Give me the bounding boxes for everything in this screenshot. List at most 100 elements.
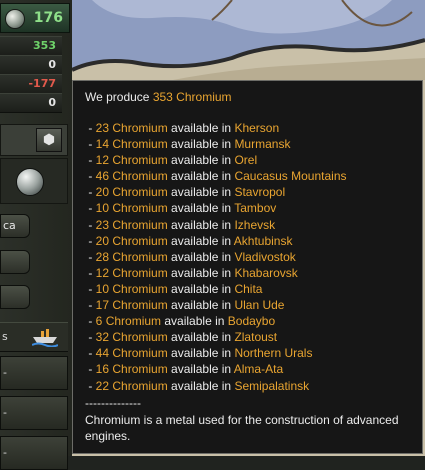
- source-location: Orel: [234, 153, 258, 168]
- resource-name: Chromium: [112, 169, 168, 184]
- line-dash: -: [85, 185, 96, 200]
- line-dash: -: [85, 249, 96, 264]
- available-in-text: available in: [167, 298, 235, 313]
- source-line: - 32 Chromium available in Zlatoust: [85, 329, 410, 345]
- source-amount: 10: [95, 281, 110, 296]
- source-line: - 10 Chromium available in Tambov: [85, 200, 410, 216]
- source-location: Caucasus Mountains: [234, 169, 347, 184]
- available-in-text: available in: [167, 346, 235, 361]
- source-location: Izhevsk: [234, 217, 276, 232]
- resource-value-chromium[interactable]: 353: [0, 36, 62, 56]
- source-amount: 23: [95, 217, 110, 232]
- source-location: Alma-Ata: [233, 362, 284, 377]
- resource-name: Chromium: [112, 121, 168, 135]
- source-line: - 10 Chromium available in Chita: [85, 281, 410, 297]
- resource-value-3[interactable]: -177: [0, 74, 62, 94]
- resource-description: Chromium is a metal used for the constru…: [85, 412, 399, 443]
- available-in-text: available in: [167, 217, 235, 232]
- line-dash: -: [85, 330, 96, 345]
- source-line: - 14 Chromium available in Murmansk: [85, 136, 410, 152]
- line-dash: -: [85, 362, 96, 377]
- side-button-1[interactable]: ca: [0, 214, 30, 238]
- available-in-text: available in: [167, 153, 235, 168]
- source-location: Murmansk: [234, 137, 291, 152]
- source-location: Semipalatinsk: [234, 378, 310, 393]
- source-location: Northern Urals: [234, 346, 313, 361]
- side-button-2[interactable]: [0, 250, 30, 274]
- resource-name: Chromium: [112, 249, 168, 264]
- source-amount: 10: [95, 201, 110, 216]
- source-amount: 12: [95, 265, 110, 280]
- line-dash: -: [85, 137, 96, 152]
- source-location: Akhtubinsk: [233, 233, 293, 248]
- source-amount: 17: [95, 298, 110, 313]
- line-dash: -: [85, 233, 96, 248]
- source-amount: 14: [95, 137, 110, 152]
- left-resource-panel: 176 353 0 -177 0 ⬢ ca s - - -: [0, 0, 73, 470]
- source-line: - 46 Chromium available in Caucasus Moun…: [85, 168, 410, 184]
- separator: --------------: [85, 395, 141, 410]
- resource-name: Chromium: [112, 233, 168, 248]
- list-item-label: -: [3, 446, 7, 459]
- resource-tooltip: We produce 353 Chromium - 23 Chromium av…: [72, 80, 423, 454]
- source-amount: 20: [95, 233, 110, 248]
- side-button-label: ca: [3, 219, 16, 232]
- source-amount: 46: [95, 169, 110, 184]
- source-line: - 6 Chromium available in Bodaybo: [85, 313, 410, 329]
- source-amount: 16: [95, 362, 110, 377]
- available-in-text: available in: [167, 169, 235, 184]
- sphere-icon[interactable]: [16, 168, 44, 196]
- source-amount: 22: [95, 378, 110, 393]
- resource-name: Chromium: [112, 265, 168, 280]
- source-location: Khabarovsk: [234, 265, 298, 280]
- ship-row[interactable]: s: [0, 322, 68, 352]
- hexagon-button[interactable]: ⬢: [36, 128, 62, 152]
- tooltip-header: We produce 353 Chromium: [85, 89, 410, 106]
- source-line: - 16 Chromium available in Alma-Ata: [85, 361, 410, 377]
- list-item-label: -: [3, 406, 7, 419]
- source-location: Tambov: [234, 201, 277, 216]
- resource-name: Chromium: [112, 201, 168, 216]
- source-line: - 23 Chromium available in Kherson: [85, 120, 410, 136]
- ship-row-label: s: [2, 330, 8, 343]
- resource-value-4[interactable]: 0: [0, 93, 62, 113]
- resource-name: Chromium: [112, 378, 168, 393]
- resource-name: Chromium: [112, 281, 168, 296]
- line-dash: -: [85, 121, 96, 135]
- available-in-text: available in: [167, 265, 235, 280]
- source-list: - 23 Chromium available in Kherson - 14 …: [85, 120, 410, 394]
- resource-name: Chromium: [105, 314, 162, 329]
- resource-name: Chromium: [112, 185, 168, 200]
- money-box[interactable]: 176: [0, 3, 70, 33]
- source-line: - 44 Chromium available in Northern Ural…: [85, 345, 410, 361]
- source-line: - 17 Chromium available in Ulan Ude: [85, 297, 410, 313]
- side-button-3[interactable]: [0, 285, 30, 309]
- ship-icon: [32, 329, 58, 347]
- source-amount: 32: [95, 330, 110, 345]
- source-amount: 28: [95, 249, 110, 264]
- available-in-text: available in: [167, 201, 235, 216]
- available-in-text: available in: [167, 249, 235, 264]
- available-in-text: available in: [167, 233, 234, 248]
- source-amount: 20: [95, 185, 110, 200]
- source-line: - 12 Chromium available in Khabarovsk: [85, 265, 410, 281]
- source-line: - 22 Chromium available in Semipalatinsk: [85, 378, 410, 394]
- list-item[interactable]: -: [0, 396, 68, 430]
- hexagon-icon: ⬢: [42, 132, 56, 148]
- line-dash: -: [85, 314, 96, 329]
- line-dash: -: [85, 265, 96, 280]
- available-in-text: available in: [167, 330, 235, 345]
- source-amount: 23: [95, 121, 110, 135]
- list-item[interactable]: -: [0, 356, 68, 390]
- source-line: - 12 Chromium available in Orel: [85, 152, 410, 168]
- source-amount: 12: [95, 153, 110, 168]
- list-item-label: -: [3, 366, 7, 379]
- list-item[interactable]: -: [0, 436, 68, 470]
- available-in-text: available in: [167, 378, 235, 393]
- resource-name: Chromium: [112, 330, 168, 345]
- source-line: - 28 Chromium available in Vladivostok: [85, 249, 410, 265]
- resource-value-2[interactable]: 0: [0, 55, 62, 75]
- coin-icon: [5, 9, 25, 29]
- source-location: Stavropol: [234, 185, 286, 200]
- resource-name: Chromium: [112, 346, 168, 361]
